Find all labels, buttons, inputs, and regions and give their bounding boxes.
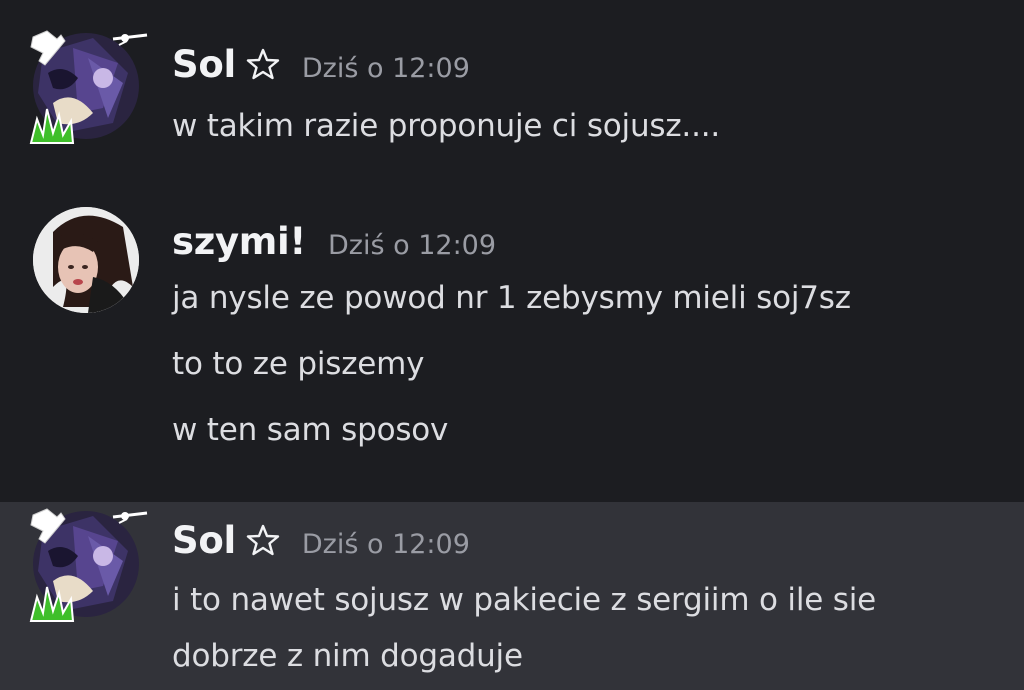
message-text: to to ze piszemy	[172, 346, 425, 382]
timestamp[interactable]: Dziś o 12:09	[328, 230, 496, 261]
avatar-sol[interactable]	[29, 30, 148, 144]
star-outline-icon	[246, 524, 280, 556]
username[interactable]: Sol	[172, 519, 236, 562]
message-text: dobrze z nim dogaduje	[172, 638, 523, 674]
message-header: szymi! Dziś o 12:09	[172, 220, 496, 263]
wand-sticker-icon	[112, 511, 148, 524]
timestamp[interactable]: Dziś o 12:09	[302, 53, 470, 84]
message-text: i to nawet sojusz w pakiecie z sergiim o…	[172, 582, 876, 618]
message-text: w ten sam sposov	[172, 412, 449, 448]
message-group-szymi[interactable]: szymi! Dziś o 12:09 ja nysle ze powod nr…	[0, 190, 1024, 502]
hand-sticker-icon	[30, 508, 66, 544]
username[interactable]: Sol	[172, 43, 236, 86]
avatar-image	[33, 207, 139, 313]
grass-sticker-icon	[29, 108, 75, 144]
grass-sticker-icon	[29, 586, 75, 622]
avatar-sol[interactable]	[29, 508, 148, 622]
message-header: Sol Dziś o 12:09	[172, 519, 470, 562]
hand-sticker-icon	[30, 30, 66, 66]
avatar-szymi[interactable]	[33, 207, 139, 313]
wand-sticker-icon	[112, 33, 148, 46]
message-group-sol-2[interactable]: Sol Dziś o 12:09 i to nawet sojusz w pak…	[0, 502, 1024, 690]
message-header: Sol Dziś o 12:09	[172, 43, 470, 86]
message-text: ja nysle ze powod nr 1 zebysmy mieli soj…	[172, 280, 851, 316]
chat-messages: Sol Dziś o 12:09 w takim razie proponuje…	[0, 0, 1024, 690]
message-group-sol-1[interactable]: Sol Dziś o 12:09 w takim razie proponuje…	[0, 0, 1024, 190]
star-outline-icon	[246, 48, 280, 80]
username[interactable]: szymi!	[172, 220, 306, 263]
timestamp[interactable]: Dziś o 12:09	[302, 529, 470, 560]
message-text: w takim razie proponuje ci sojusz....	[172, 108, 721, 144]
